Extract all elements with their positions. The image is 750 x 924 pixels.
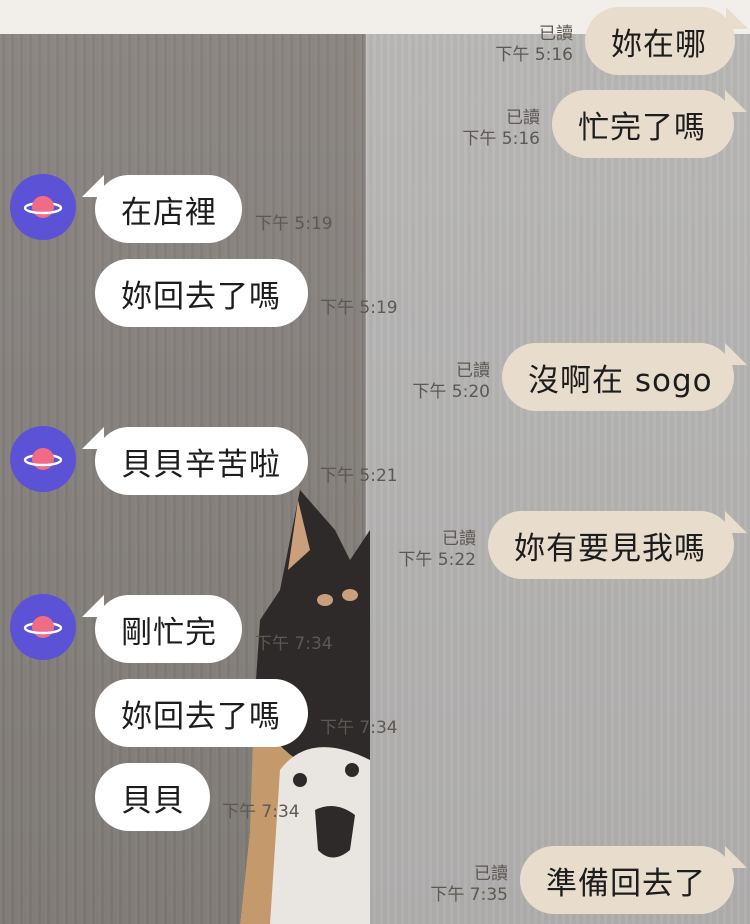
message-time: 下午 7:34 <box>320 718 398 738</box>
message-bubble-outgoing[interactable]: 妳在哪 <box>585 7 735 75</box>
message-meta: 下午 7:34 <box>222 802 300 823</box>
message-meta: 下午 7:34 <box>255 634 333 655</box>
message-bubble-incoming[interactable]: 妳回去了嗎 <box>95 679 308 747</box>
bubble-tail <box>725 511 747 533</box>
bubble-tail <box>82 427 104 449</box>
chat-background-right <box>366 34 750 924</box>
planet-icon <box>23 616 63 638</box>
message-time: 下午 7:35 <box>430 885 508 905</box>
message-text: 剛忙完 <box>121 614 217 651</box>
message-text: 沒啊在 sogo <box>528 362 713 399</box>
bubble-tail <box>725 90 747 112</box>
bubble-tail <box>725 846 747 868</box>
message-meta: 已讀 下午 5:16 <box>480 24 573 66</box>
message-bubble-incoming[interactable]: 在店裡 <box>95 175 242 243</box>
message-time: 下午 5:19 <box>320 298 398 318</box>
message-text: 貝貝 <box>121 782 185 819</box>
read-receipt: 已讀 <box>506 108 540 128</box>
message-meta: 已讀 下午 5:22 <box>376 529 476 571</box>
message-text: 妳回去了嗎 <box>121 278 281 315</box>
message-text: 準備回去了 <box>546 865 706 902</box>
message-bubble-outgoing[interactable]: 準備回去了 <box>520 846 734 914</box>
read-receipt: 已讀 <box>474 864 508 884</box>
message-text: 妳回去了嗎 <box>121 698 281 735</box>
message-time: 下午 7:34 <box>222 802 300 822</box>
message-time: 下午 5:16 <box>462 129 540 149</box>
contact-avatar[interactable] <box>10 426 76 492</box>
message-time: 下午 5:21 <box>320 466 398 486</box>
message-meta: 已讀 下午 5:16 <box>440 108 540 150</box>
planet-icon <box>23 196 63 218</box>
message-bubble-incoming[interactable]: 貝貝辛苦啦 <box>95 427 308 495</box>
message-text: 貝貝辛苦啦 <box>121 446 281 483</box>
bubble-tail <box>82 175 104 197</box>
message-bubble-incoming[interactable]: 貝貝 <box>95 763 210 831</box>
read-receipt: 已讀 <box>539 24 573 44</box>
message-time: 下午 5:20 <box>412 382 490 402</box>
message-meta: 已讀 下午 7:35 <box>408 864 508 906</box>
message-time: 下午 5:19 <box>255 214 333 234</box>
message-bubble-incoming[interactable]: 妳回去了嗎 <box>95 259 308 327</box>
message-bubble-outgoing[interactable]: 沒啊在 sogo <box>502 343 734 411</box>
read-receipt: 已讀 <box>456 361 490 381</box>
message-meta: 下午 7:34 <box>320 718 398 739</box>
message-time: 下午 5:16 <box>495 45 573 65</box>
bubble-tail <box>82 595 104 617</box>
read-receipt: 已讀 <box>442 529 476 549</box>
message-text: 在店裡 <box>121 194 217 231</box>
message-meta: 下午 5:21 <box>320 466 398 487</box>
message-text: 忙完了嗎 <box>578 109 706 146</box>
message-meta: 已讀 下午 5:20 <box>390 361 490 403</box>
message-meta: 下午 5:19 <box>320 298 398 319</box>
message-bubble-incoming[interactable]: 剛忙完 <box>95 595 242 663</box>
bubble-tail <box>725 343 747 365</box>
contact-avatar[interactable] <box>10 174 76 240</box>
message-time: 下午 5:22 <box>398 550 476 570</box>
contact-avatar[interactable] <box>10 594 76 660</box>
message-bubble-outgoing[interactable]: 忙完了嗎 <box>552 90 734 158</box>
message-bubble-outgoing[interactable]: 妳有要見我嗎 <box>488 511 734 579</box>
message-text: 妳在哪 <box>611 26 707 63</box>
message-meta: 下午 5:19 <box>255 214 333 235</box>
chat-screen: 妳在哪 已讀 下午 5:16 忙完了嗎 已讀 下午 5:16 在店裡 下午 5:… <box>0 0 750 924</box>
message-time: 下午 7:34 <box>255 634 333 654</box>
message-text: 妳有要見我嗎 <box>514 530 706 567</box>
planet-icon <box>23 448 63 470</box>
bubble-tail <box>726 7 748 29</box>
